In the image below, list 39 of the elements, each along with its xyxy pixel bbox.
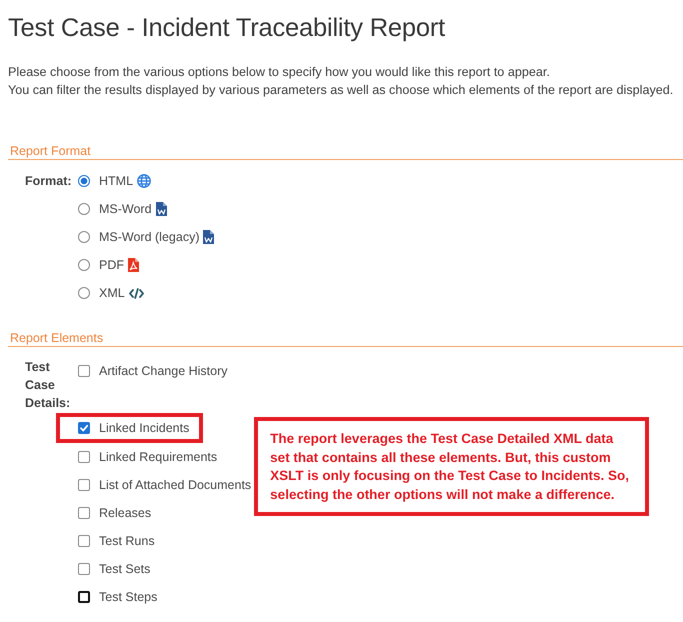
- checkbox-label[interactable]: Releases: [99, 506, 152, 520]
- section-heading: Report Elements: [9, 330, 104, 346]
- intro-text: Please choose from the various options below to specify how you would like this report to appear.: [8, 64, 551, 81]
- checkbox[interactable]: [78, 563, 90, 575]
- radio-button[interactable]: [78, 287, 90, 299]
- intro-text: You can filter the results displayed by various parameters as well as choose which elements of the report are displayed.: [8, 82, 674, 99]
- checkbox-label[interactable]: Linked Incidents: [99, 421, 190, 435]
- checkbox[interactable]: [78, 507, 90, 519]
- page-title: Test Case - Incident Traceability Report: [8, 13, 446, 43]
- checkbox-label[interactable]: Artifact Change History: [99, 364, 228, 378]
- radio-button[interactable]: [78, 231, 90, 243]
- radio-label[interactable]: PDF: [99, 258, 124, 272]
- word-document-icon: [156, 202, 167, 216]
- radio-button[interactable]: [78, 259, 90, 271]
- word-document-icon: [203, 230, 214, 244]
- globe-icon: [137, 174, 152, 188]
- checkbox-label[interactable]: List of Attached Documents: [99, 478, 252, 492]
- code-icon: [128, 288, 144, 298]
- checkbox-label[interactable]: Test Sets: [99, 562, 150, 576]
- radio-label[interactable]: HTML: [99, 174, 134, 188]
- checkbox-label[interactable]: Linked Requirements: [99, 450, 218, 464]
- radio-label[interactable]: MS-Word (legacy): [99, 230, 200, 244]
- section-heading: Report Format: [9, 143, 91, 159]
- checkbox[interactable]: [78, 535, 90, 547]
- checkbox[interactable]: [78, 451, 90, 463]
- checkbox[interactable]: [78, 591, 90, 603]
- checkbox[interactable]: [78, 365, 90, 377]
- checkbox-label[interactable]: Test Runs: [99, 534, 155, 548]
- pdf-document-icon: [128, 258, 139, 272]
- radio-button[interactable]: [78, 175, 90, 187]
- field-label: Format:: [25, 174, 72, 188]
- checkbox[interactable]: [78, 422, 90, 434]
- checkbox-label[interactable]: Test Steps: [99, 590, 158, 604]
- radio-label[interactable]: MS-Word: [99, 202, 152, 216]
- radio-button[interactable]: [78, 203, 90, 215]
- checkbox[interactable]: [78, 479, 90, 491]
- annotation-note: The report leverages the Test Case Detailed XML data set that contains all these elements. But, this custom XSLT is only focusing on the Test Case to Incidents. So, selecting the other options will not make a difference.: [254, 417, 650, 516]
- field-label: Test Case Details:: [25, 359, 72, 412]
- radio-label[interactable]: XML: [99, 286, 125, 300]
